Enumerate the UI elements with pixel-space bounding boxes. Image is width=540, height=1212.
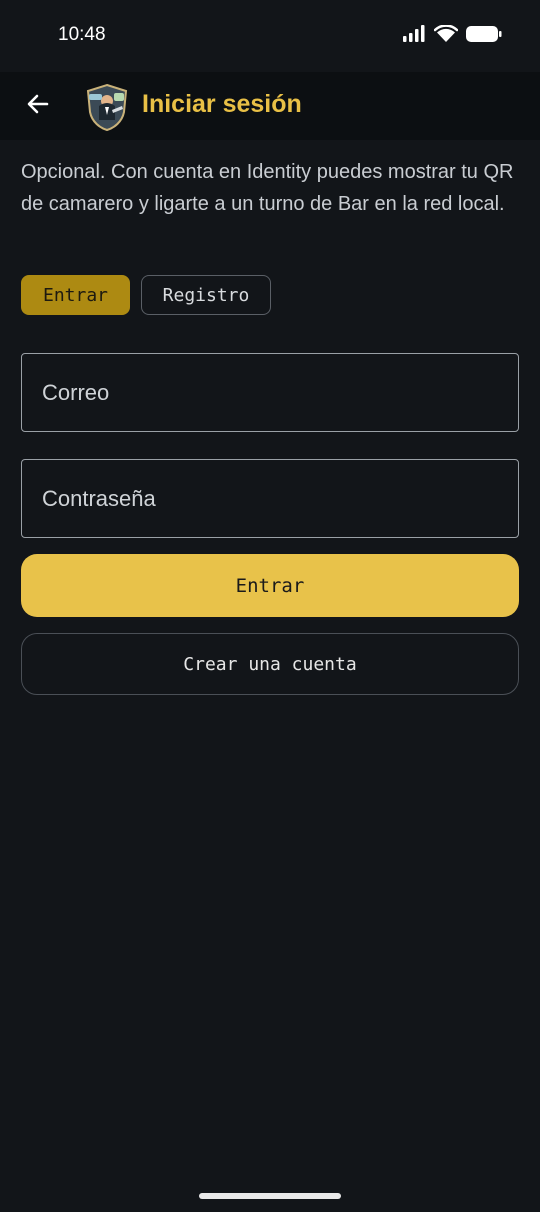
app-bar: Iniciar sesión [0, 72, 540, 140]
page-title: Iniciar sesión [142, 90, 302, 118]
create-account-button[interactable]: Crear una cuenta [21, 633, 519, 695]
intro-text: Opcional. Con cuenta en Identity puedes … [21, 161, 514, 215]
status-time: 10:48 [58, 24, 106, 45]
status-icons [402, 24, 502, 48]
email-field[interactable] [21, 353, 519, 432]
back-button[interactable] [16, 84, 60, 128]
tab-register[interactable]: Registro [141, 275, 271, 315]
home-indicator[interactable] [199, 1193, 341, 1199]
tab-login[interactable]: Entrar [21, 275, 130, 315]
submit-button[interactable]: Entrar [21, 554, 519, 617]
signal-icon [402, 25, 426, 48]
status-bar: 10:48 [0, 0, 540, 72]
wifi-icon [433, 24, 459, 48]
battery-icon [466, 25, 502, 48]
password-field[interactable] [21, 459, 519, 538]
app-logo [82, 82, 132, 132]
arrow-left-icon [25, 91, 51, 122]
